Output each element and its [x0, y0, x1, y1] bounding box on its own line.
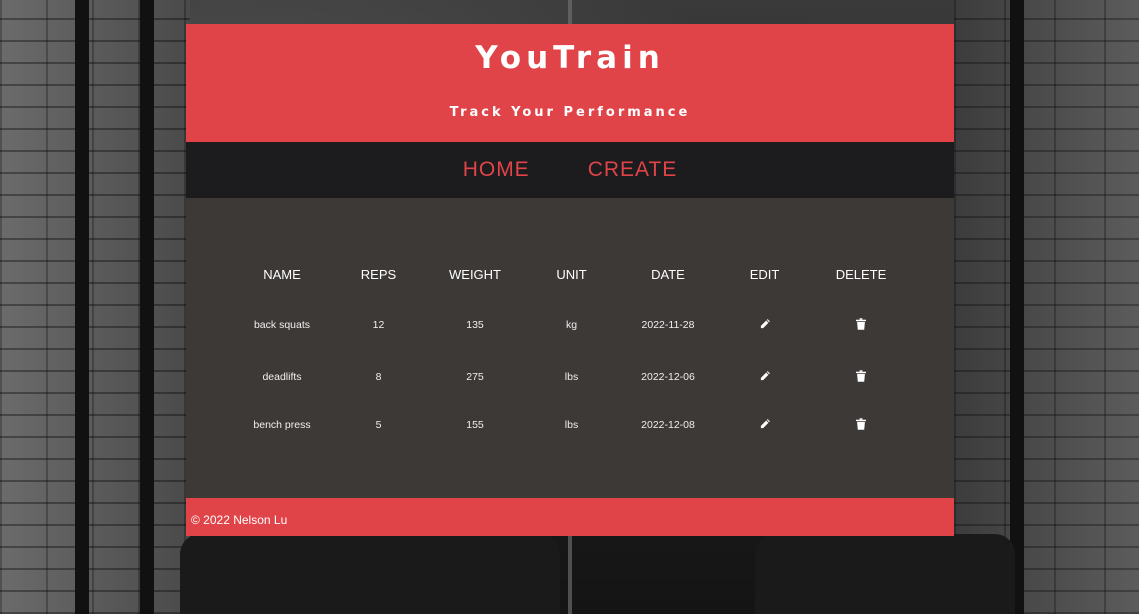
cell-edit	[716, 353, 813, 401]
cell-weight: 135	[466, 319, 484, 331]
rack-post	[75, 0, 89, 614]
site-footer: © 2022 Nelson Lu	[186, 498, 954, 536]
cell-name: deadlifts	[262, 371, 302, 383]
main-nav: HOME CREATE	[186, 142, 954, 198]
nav-link-create[interactable]: CREATE	[588, 158, 678, 182]
column-header-weight: WEIGHT	[449, 266, 501, 282]
cell-edit	[716, 401, 813, 449]
table-row: bench press 5 155 lbs 2022-12-08	[234, 401, 909, 449]
cell-delete	[813, 353, 909, 401]
table-row: back squats 12 135 kg 2022-11-28	[234, 293, 909, 353]
column-header-reps: REPS	[360, 266, 397, 282]
cell-date: 2022-11-28	[641, 319, 695, 331]
rack-post	[1010, 0, 1024, 614]
exercise-table: NAME REPS WEIGHT UNIT DATE EDIT DELETE b…	[234, 255, 909, 449]
copyright-text: © 2022 Nelson Lu	[191, 513, 288, 527]
site-subtitle: Track Your Performance	[449, 105, 691, 120]
table-row: deadlifts 8 275 lbs 2022-12-06	[234, 353, 909, 401]
cell-unit: lbs	[564, 371, 579, 383]
cell-date: 2022-12-06	[641, 371, 695, 383]
cell-date: 2022-12-08	[641, 419, 695, 431]
cell-reps: 5	[375, 419, 382, 431]
trash-icon[interactable]	[856, 417, 866, 433]
app-container: YouTrain Track Your Performance HOME CRE…	[186, 24, 954, 536]
brick-wall-right	[954, 0, 1139, 614]
column-header-unit: UNIT	[556, 266, 587, 282]
table-header-row: NAME REPS WEIGHT UNIT DATE EDIT DELETE	[234, 255, 909, 293]
cell-delete	[813, 293, 909, 353]
cell-name: bench press	[253, 419, 311, 431]
nav-link-home[interactable]: HOME	[463, 158, 530, 182]
column-header-edit: EDIT	[749, 266, 780, 282]
site-header: YouTrain Track Your Performance	[186, 24, 954, 142]
pencil-icon[interactable]	[759, 418, 771, 433]
column-header-delete: DELETE	[835, 266, 887, 282]
cell-reps: 8	[375, 371, 382, 383]
brick-wall-left	[0, 0, 190, 614]
cell-weight: 155	[466, 419, 484, 431]
column-header-date: DATE	[651, 266, 685, 282]
trash-icon[interactable]	[856, 369, 866, 385]
cell-name: back squats	[253, 319, 311, 331]
cell-unit: kg	[565, 319, 578, 331]
cell-weight: 275	[466, 371, 484, 383]
site-title: YouTrain	[475, 40, 665, 76]
column-header-name: NAME	[263, 266, 301, 282]
main-content: NAME REPS WEIGHT UNIT DATE EDIT DELETE b…	[186, 198, 954, 498]
rack-post	[140, 0, 154, 614]
cell-unit: lbs	[564, 419, 579, 431]
bench	[180, 534, 560, 614]
cell-delete	[813, 401, 909, 449]
pencil-icon[interactable]	[759, 318, 771, 333]
trash-icon[interactable]	[856, 317, 866, 333]
cell-reps: 12	[372, 319, 385, 331]
cell-edit	[716, 293, 813, 353]
pencil-icon[interactable]	[759, 370, 771, 385]
bench	[755, 534, 1015, 614]
